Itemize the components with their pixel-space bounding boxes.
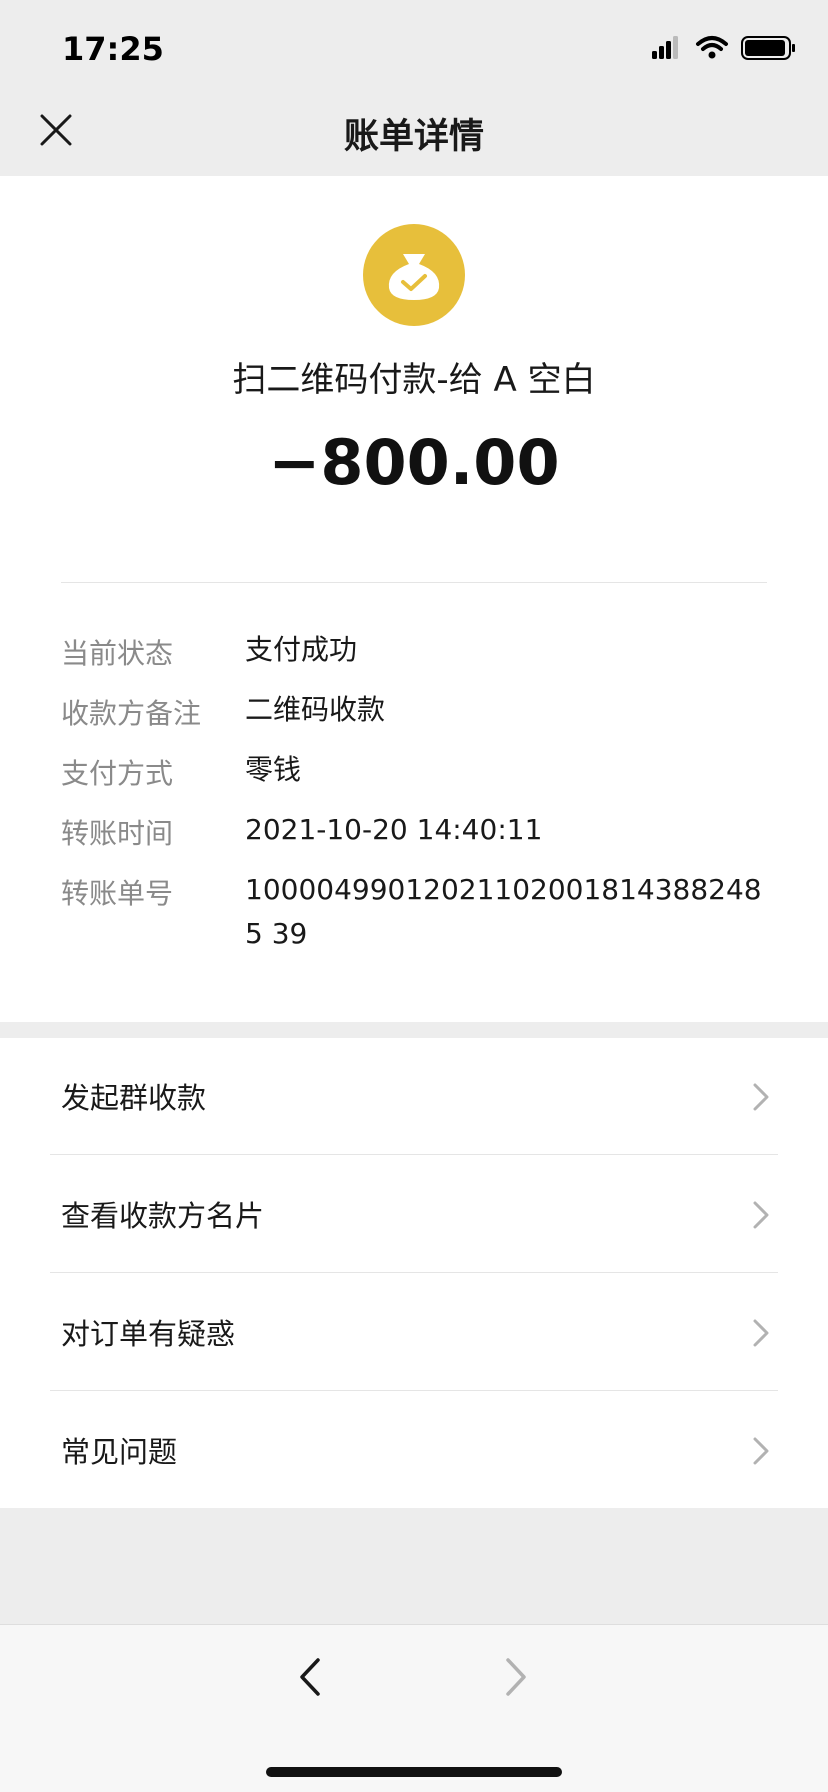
bill-detail-card: 扫二维码付款-给 A 空白 −800.00 当前状态 支付成功 收款方备注 二维…	[0, 176, 828, 1022]
chevron-right-icon	[753, 1319, 769, 1347]
chevron-right-icon	[753, 1201, 769, 1229]
merchant-avatar	[363, 224, 465, 326]
detail-value: 二维码收款	[245, 693, 386, 726]
detail-label: 转账时间	[61, 817, 174, 850]
wifi-icon	[696, 36, 728, 59]
bottom-nav-bar	[0, 1624, 828, 1792]
menu-item-label: 查看收款方名片	[61, 1199, 265, 1233]
detail-label: 收款方备注	[61, 697, 202, 730]
forward-button[interactable]	[500, 1655, 530, 1699]
menu-item-payee-card[interactable]: 查看收款方名片	[0, 1156, 828, 1273]
divider	[50, 1390, 778, 1391]
detail-label: 转账单号	[61, 877, 174, 910]
transfer-number-value[interactable]: 100004990120211020018143882485 39	[245, 868, 765, 956]
home-indicator[interactable]	[266, 1767, 562, 1777]
cellular-signal-icon	[652, 36, 678, 59]
status-bar: 17:25	[0, 0, 828, 96]
menu-item-group-collect[interactable]: 发起群收款	[0, 1038, 828, 1155]
action-menu: 发起群收款 查看收款方名片 对订单有疑惑 常见问题	[0, 1038, 828, 1508]
money-bag-icon	[388, 254, 440, 300]
divider	[61, 582, 767, 583]
menu-item-label: 对订单有疑惑	[61, 1317, 236, 1351]
detail-label: 支付方式	[61, 757, 174, 790]
chevron-right-icon	[753, 1437, 769, 1465]
chevron-right-icon	[753, 1083, 769, 1111]
back-button[interactable]	[296, 1655, 326, 1699]
divider	[50, 1272, 778, 1273]
detail-value: 零钱	[245, 753, 302, 786]
menu-item-order-question[interactable]: 对订单有疑惑	[0, 1274, 828, 1391]
divider	[50, 1154, 778, 1155]
status-icons	[650, 34, 798, 64]
chevron-left-icon	[300, 1658, 320, 1696]
detail-value: 支付成功	[245, 633, 358, 666]
menu-item-label: 常见问题	[61, 1435, 178, 1469]
detail-value: 2021-10-20 14:40:11	[245, 813, 543, 846]
merchant-name: 扫二维码付款-给 A 空白	[232, 360, 596, 400]
page-title: 账单详情	[343, 117, 484, 157]
status-time: 17:25	[62, 30, 164, 68]
chevron-right-icon	[506, 1658, 526, 1696]
menu-item-label: 发起群收款	[61, 1081, 207, 1115]
nav-bar: 账单详情	[0, 96, 828, 176]
battery-icon	[741, 36, 795, 60]
detail-label: 当前状态	[61, 637, 174, 670]
transaction-amount: −800.00	[268, 426, 560, 499]
menu-item-faq[interactable]: 常见问题	[0, 1392, 828, 1509]
